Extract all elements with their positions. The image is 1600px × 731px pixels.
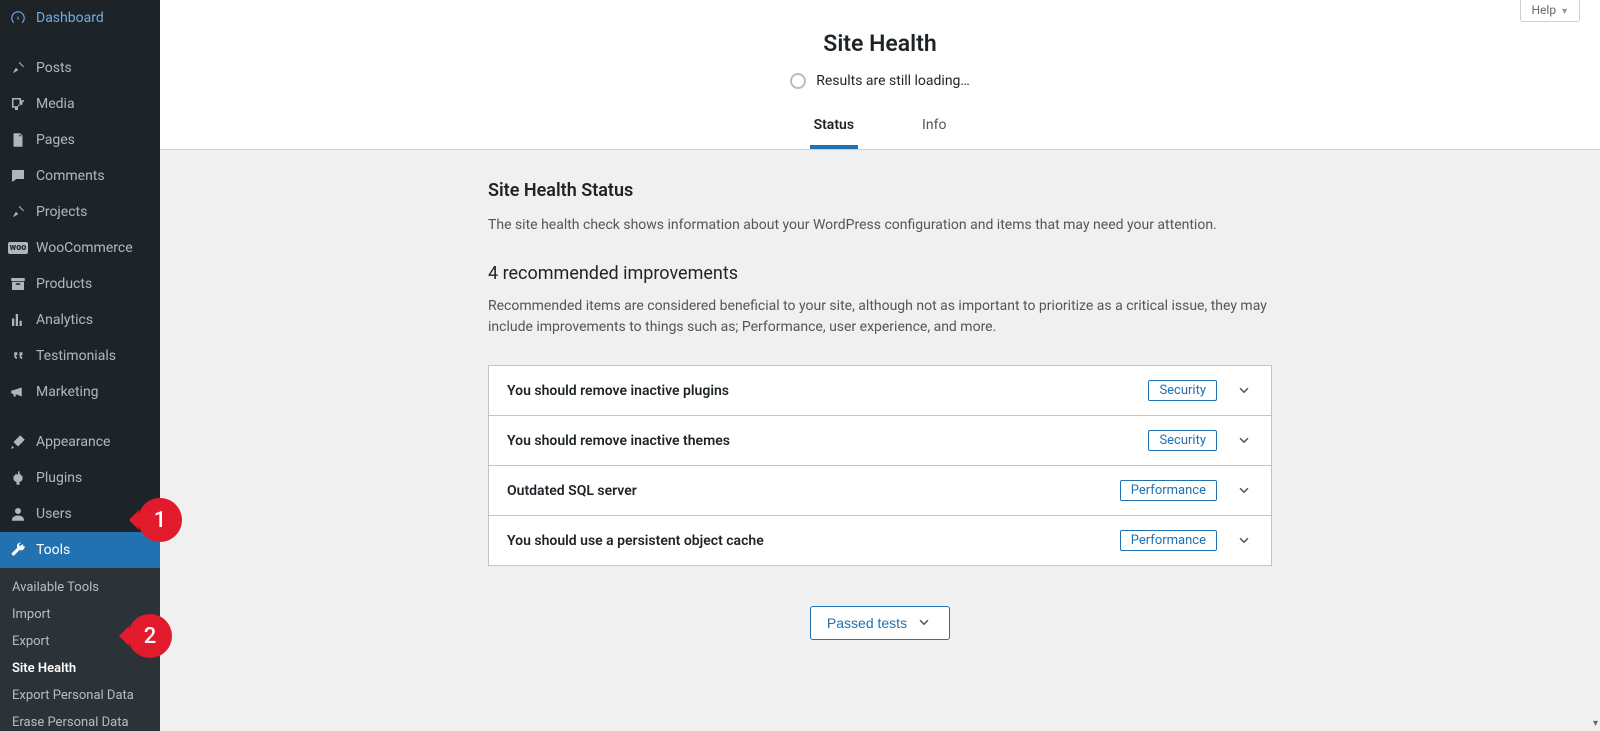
sidebar-item-posts[interactable]: Posts (0, 50, 160, 86)
sidebar-item-woocommerce[interactable]: woo WooCommerce (0, 230, 160, 266)
woocommerce-icon: woo (8, 238, 28, 258)
megaphone-icon (8, 382, 28, 402)
submenu-item-erase-personal-data[interactable]: Erase Personal Data (0, 709, 160, 731)
sidebar-item-label: Media (36, 96, 75, 112)
sidebar-item-label: Analytics (36, 312, 93, 328)
sidebar-item-media[interactable]: Media (0, 86, 160, 122)
sidebar-item-label: Comments (36, 168, 105, 184)
improvements-heading: 4 recommended improvements (488, 263, 1272, 284)
sidebar-item-tools[interactable]: Tools (0, 532, 160, 568)
accordion-item[interactable]: You should remove inactive plugins Secur… (489, 366, 1271, 416)
sidebar-item-label: Products (36, 276, 92, 292)
sidebar-item-testimonials[interactable]: Testimonials (0, 338, 160, 374)
sidebar-item-label: WooCommerce (36, 240, 133, 256)
sidebar-item-label: Projects (36, 204, 87, 220)
chevron-down-icon (1235, 432, 1253, 450)
accordion-item[interactable]: Outdated SQL server Performance (489, 466, 1271, 516)
media-icon (8, 94, 28, 114)
sidebar-item-appearance[interactable]: Appearance (0, 424, 160, 460)
sidebar-item-pages[interactable]: Pages (0, 122, 160, 158)
category-badge: Security (1148, 380, 1217, 401)
submenu-item-import[interactable]: Import (0, 601, 160, 628)
page-icon (8, 130, 28, 150)
spinner-icon (790, 73, 806, 89)
sidebar-item-label: Appearance (36, 434, 110, 450)
sidebar-item-analytics[interactable]: Analytics (0, 302, 160, 338)
sidebar-item-label: Marketing (36, 384, 99, 400)
sidebar-item-label: Users (36, 506, 72, 522)
chevron-down-icon (1235, 482, 1253, 500)
status-description: The site health check shows information … (488, 215, 1272, 237)
accordion-item[interactable]: You should use a persistent object cache… (489, 516, 1271, 566)
sidebar-item-label: Dashboard (36, 10, 104, 26)
status-heading: Site Health Status (488, 180, 1272, 201)
submenu-item-export[interactable]: Export (0, 628, 160, 655)
brush-icon (8, 432, 28, 452)
improvements-accordion: You should remove inactive plugins Secur… (488, 365, 1272, 566)
plug-icon (8, 468, 28, 488)
sidebar-item-users[interactable]: Users (0, 496, 160, 532)
improvements-description: Recommended items are considered benefic… (488, 296, 1272, 339)
loading-indicator: Results are still loading… (160, 73, 1600, 109)
page-title: Site Health (160, 6, 1600, 73)
category-badge: Performance (1120, 480, 1217, 501)
chevron-down-icon (915, 614, 933, 632)
passed-tests-button[interactable]: Passed tests (810, 606, 950, 640)
comment-icon (8, 166, 28, 186)
accordion-item[interactable]: You should remove inactive themes Securi… (489, 416, 1271, 466)
site-health-header: Help Site Health Results are still loadi… (160, 0, 1600, 150)
sidebar-item-products[interactable]: Products (0, 266, 160, 302)
chart-icon (8, 310, 28, 330)
sidebar-item-label: Posts (36, 60, 72, 76)
sidebar-item-marketing[interactable]: Marketing (0, 374, 160, 410)
submenu-item-site-health[interactable]: Site Health (0, 655, 160, 682)
pin-icon (8, 58, 28, 78)
site-health-tabs: Status Info (160, 109, 1600, 149)
sidebar-item-label: Tools (36, 542, 70, 558)
user-icon (8, 504, 28, 524)
tools-submenu: Available Tools Import Export Site Healt… (0, 568, 160, 731)
accordion-title: You should use a persistent object cache (507, 533, 764, 549)
admin-sidebar: Dashboard Posts Media Pages Comments Pro… (0, 0, 160, 731)
accordion-title: Outdated SQL server (507, 483, 637, 499)
submenu-item-export-personal-data[interactable]: Export Personal Data (0, 682, 160, 709)
dashboard-icon (8, 8, 28, 28)
sidebar-item-projects[interactable]: Projects (0, 194, 160, 230)
quote-icon (8, 346, 28, 366)
loading-text: Results are still loading… (816, 73, 970, 89)
main-content: Help Site Health Results are still loadi… (160, 0, 1600, 731)
wrench-icon (8, 540, 28, 560)
accordion-title: You should remove inactive plugins (507, 383, 729, 399)
tab-status[interactable]: Status (810, 109, 858, 149)
chevron-down-icon (1235, 532, 1253, 550)
chevron-down-icon (1235, 382, 1253, 400)
scroll-corner-icon: ▾ (1593, 718, 1598, 729)
accordion-title: You should remove inactive themes (507, 433, 730, 449)
archive-icon (8, 274, 28, 294)
pin-icon (8, 202, 28, 222)
sidebar-item-plugins[interactable]: Plugins (0, 460, 160, 496)
category-badge: Performance (1120, 530, 1217, 551)
site-health-body: Site Health Status The site health check… (160, 150, 1600, 700)
category-badge: Security (1148, 430, 1217, 451)
sidebar-item-label: Testimonials (36, 348, 116, 364)
sidebar-item-dashboard[interactable]: Dashboard (0, 0, 160, 36)
submenu-item-available-tools[interactable]: Available Tools (0, 574, 160, 601)
tab-info[interactable]: Info (918, 109, 950, 149)
sidebar-item-comments[interactable]: Comments (0, 158, 160, 194)
passed-tests-label: Passed tests (827, 615, 907, 631)
sidebar-item-label: Pages (36, 132, 75, 148)
help-tab[interactable]: Help (1520, 0, 1580, 22)
sidebar-item-label: Plugins (36, 470, 82, 486)
